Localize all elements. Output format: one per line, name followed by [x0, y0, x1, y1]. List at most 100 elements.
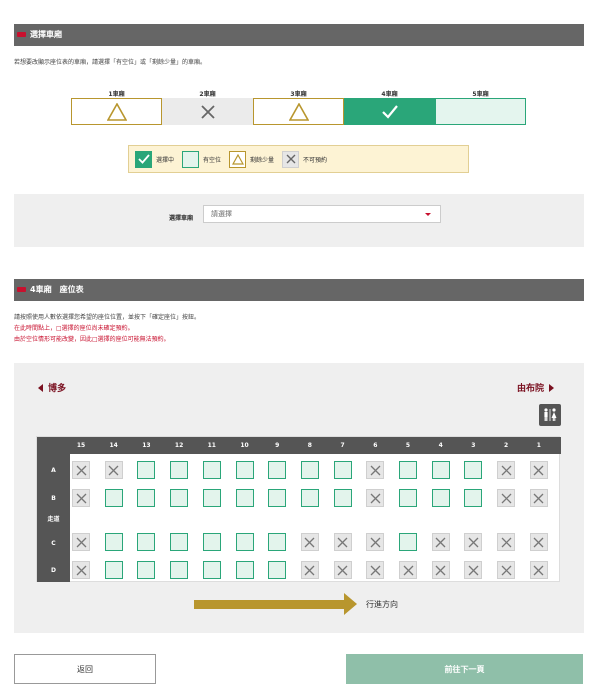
column-number: 15: [76, 442, 86, 449]
cross-icon: [76, 565, 86, 575]
column-number: 5: [405, 442, 411, 449]
seat-available[interactable]: [268, 489, 287, 507]
cross-icon: [282, 150, 300, 168]
seat-available[interactable]: [202, 461, 221, 479]
legend-few: 剩餘少量: [229, 150, 274, 168]
seat-available[interactable]: [170, 489, 189, 507]
column-number: 8: [307, 442, 312, 449]
legend-unavailable-label: 不可預約: [303, 156, 328, 164]
seat-unavailable: [497, 461, 516, 479]
seat-unavailable: [366, 561, 385, 579]
column-number: 10: [240, 442, 249, 449]
cross-icon: [533, 465, 544, 475]
car-3-label: 3車廂: [290, 91, 307, 98]
seat-available[interactable]: [137, 461, 156, 479]
cross-icon: [304, 537, 315, 547]
origin-direction: 博多: [38, 381, 66, 394]
car-1-label: 1車廂: [108, 91, 125, 98]
car-select-value: 請選擇: [211, 210, 232, 218]
seat-unavailable: [333, 561, 352, 579]
cross-icon: [403, 565, 413, 575]
seat-unavailable: [72, 461, 90, 479]
seat-unavailable: [72, 489, 90, 507]
seat-available[interactable]: [235, 533, 254, 551]
seat-available[interactable]: [300, 461, 319, 479]
seat-available[interactable]: [170, 533, 189, 551]
seat-available[interactable]: [170, 561, 189, 579]
legend-available: 有空位: [182, 150, 222, 168]
car-picker-panel: 選擇車廂 請選擇: [14, 194, 584, 247]
seat-available[interactable]: [464, 461, 483, 479]
column-number: 12: [174, 442, 184, 449]
cross-icon: [337, 537, 348, 547]
origin-label: 博多: [48, 384, 67, 394]
seat-available[interactable]: [333, 461, 352, 479]
seat-available[interactable]: [431, 461, 450, 479]
row-label: A: [51, 467, 56, 474]
car-4-button[interactable]: 4車廂: [344, 91, 435, 125]
seat-available[interactable]: [170, 461, 189, 479]
seat-unavailable: [497, 533, 516, 551]
seat-unavailable: [529, 461, 548, 479]
car-4-label: 4車廂: [381, 91, 398, 98]
cross-icon: [501, 537, 512, 547]
seat-available[interactable]: [235, 461, 254, 479]
seat-available[interactable]: [104, 561, 123, 579]
seat-unavailable: [399, 561, 417, 579]
seat-available[interactable]: [235, 561, 254, 579]
arrow-right-icon: [549, 383, 555, 392]
cross-icon: [435, 537, 446, 547]
seat-available[interactable]: [268, 533, 287, 551]
seat-unavailable: [366, 533, 385, 551]
seat-column-header: 15 14 13 12 11 10 9 8 7 6 5 4 3 2 1: [37, 437, 561, 454]
aisle-label: 走道: [47, 516, 60, 523]
check-icon: [381, 104, 398, 119]
car-select-dropdown[interactable]: 請選擇: [203, 205, 441, 223]
seat-available[interactable]: [431, 489, 450, 507]
seat-available[interactable]: [268, 561, 287, 579]
next-page-button[interactable]: 前往下一頁: [346, 654, 583, 684]
seat-available[interactable]: [300, 489, 319, 507]
seat-map-panel: 博多 由布院 15 14 13 12 11 10 9 8 7 6 5 4 3 2 1 走道 A B C D 行進方…: [14, 363, 584, 633]
seat-unavailable: [529, 533, 548, 551]
row-label: D: [51, 567, 56, 574]
back-button[interactable]: 返回: [14, 654, 156, 684]
seat-available[interactable]: [137, 533, 156, 551]
seat-available[interactable]: [202, 561, 221, 579]
car-1-button[interactable]: 1車廂: [71, 91, 162, 125]
car-5-button[interactable]: 5車廂: [435, 91, 526, 125]
cross-icon: [304, 565, 315, 575]
select-car-description: 若想要改顯示座位表的車廂，請選擇「有空位」或「剩餘少量」的車廂。: [14, 59, 207, 66]
seat-available[interactable]: [202, 533, 221, 551]
car-2-button[interactable]: 2車廂: [162, 91, 253, 125]
flag-icon: [17, 287, 26, 292]
seat-available[interactable]: [137, 561, 156, 579]
column-number: 4: [438, 442, 443, 449]
seat-unavailable: [464, 533, 483, 551]
column-number: 11: [207, 442, 216, 449]
car-3-button[interactable]: 3車廂: [253, 91, 344, 125]
seat-available[interactable]: [399, 489, 417, 507]
seat-available[interactable]: [137, 489, 156, 507]
cross-icon: [533, 493, 544, 503]
cross-icon: [370, 465, 381, 475]
seat-available[interactable]: [235, 489, 254, 507]
column-number: 14: [109, 442, 118, 449]
seat-available[interactable]: [399, 533, 417, 551]
cross-icon: [501, 493, 512, 503]
seat-available[interactable]: [464, 489, 483, 507]
seat-available[interactable]: [202, 489, 221, 507]
triangle-icon: [288, 102, 309, 121]
seat-unavailable: [464, 561, 483, 579]
seat-available[interactable]: [399, 461, 417, 479]
seat-available[interactable]: [104, 533, 123, 551]
cross-icon: [501, 465, 512, 475]
legend-unavailable: 不可預約: [282, 150, 328, 168]
cross-icon: [76, 537, 86, 547]
cross-icon: [370, 537, 381, 547]
legend-available-label: 有空位: [203, 156, 222, 164]
seat-available[interactable]: [104, 489, 123, 507]
seat-available[interactable]: [268, 461, 287, 479]
cross-icon: [435, 565, 446, 575]
seat-available[interactable]: [333, 489, 352, 507]
